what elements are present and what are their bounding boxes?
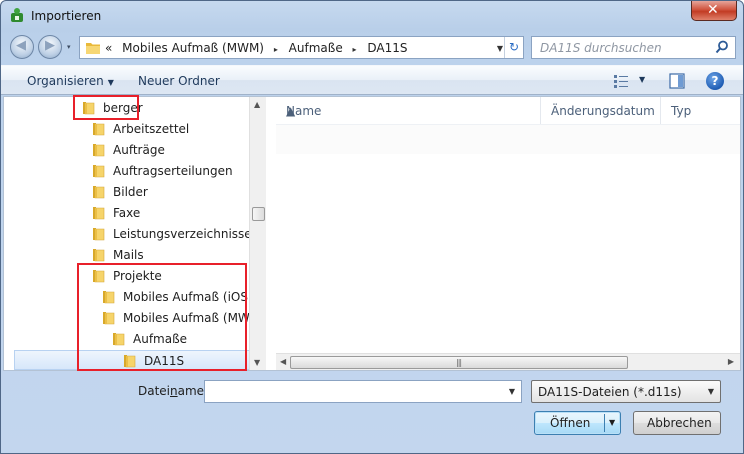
filetype-value: DA11S-Dateien (*.d11s) [538, 385, 682, 399]
tree-item-label: Aufträge [113, 143, 165, 157]
open-button[interactable]: Öffnen ▼ [534, 411, 621, 435]
tree-item-label: Auftragserteilungen [113, 164, 233, 178]
arrow-left-icon: ◀ [16, 38, 26, 53]
chevron-down-icon: ▼ [107, 78, 114, 87]
chevron-down-icon: ▼ [707, 387, 714, 396]
column-header-label: Änderungsdatum [551, 104, 655, 118]
file-list-scrollbar[interactable]: ◀ ||| ▶ [276, 353, 740, 370]
search-icon [715, 40, 728, 54]
scroll-left-icon[interactable]: ◀ [280, 357, 286, 366]
help-icon: ? [711, 74, 719, 88]
command-bar: Organisieren ▼ Neuer Ordner ▼ ? [1, 65, 743, 95]
column-header-name[interactable]: Name ▲ [276, 97, 541, 124]
tree-item-label: Faxe [113, 206, 141, 220]
tree-item[interactable]: Auftragserteilungen [91, 161, 244, 181]
filename-label-accelerator: n [170, 384, 178, 398]
folder-icon [91, 184, 107, 203]
highlight-box-berger [73, 95, 139, 120]
breadcrumb: « Mobiles Aufmaß (MWM) ▸ Aufmaße ▸ DA11S [105, 41, 414, 55]
chevron-down-icon: ▼ [639, 75, 646, 84]
navigation-pane-scrollbar[interactable]: ▲ ▼ [249, 97, 266, 370]
tree-item[interactable]: Leistungsverzeichnisse [91, 224, 252, 245]
organize-label: Organisieren [27, 74, 104, 88]
tree-item[interactable]: Faxe [91, 203, 244, 223]
cancel-label: Abbrechen [647, 416, 712, 430]
scrollbar-thumb[interactable] [252, 207, 265, 221]
breadcrumb-item-aufmasse[interactable]: Aufmaße [289, 41, 343, 55]
arrow-right-icon: ▶ [45, 38, 55, 53]
tree-item-label: Mails [113, 248, 144, 262]
folder-icon [86, 43, 100, 54]
scroll-down-icon[interactable]: ▼ [254, 358, 260, 367]
refresh-icon: ↻ [508, 40, 520, 54]
split-divider [604, 414, 605, 432]
chevron-down-icon[interactable]: ▼ [509, 387, 515, 396]
open-label: Öffnen [550, 416, 591, 430]
app-icon [11, 8, 23, 22]
new-folder-button[interactable]: Neuer Ordner [138, 74, 220, 88]
file-list[interactable]: Name ▲ Änderungsdatum Typ [276, 97, 740, 370]
filename-label-part: Datei [138, 384, 171, 398]
close-icon: ✕ [707, 2, 719, 18]
scroll-right-icon[interactable]: ▶ [728, 357, 734, 366]
tree-item[interactable]: Aufträge [91, 140, 244, 160]
column-header-label: Typ [671, 104, 692, 118]
tree-item-label: Leistungsverzeichnisse [113, 227, 252, 241]
close-button[interactable]: ✕ [691, 1, 737, 21]
folder-icon [91, 163, 107, 182]
cancel-button[interactable]: Abbrechen [633, 411, 721, 435]
tree-item-label: Bilder [113, 185, 148, 199]
window-title: Importieren [31, 9, 102, 23]
breadcrumb-item-da11s[interactable]: DA11S [367, 41, 407, 55]
refresh-button[interactable]: ↻ [504, 37, 523, 58]
empty-list-area [276, 124, 740, 154]
tree-item[interactable]: Arbeitszettel [91, 119, 244, 139]
column-header-modified[interactable]: Änderungsdatum [541, 97, 661, 124]
view-list-icon [614, 75, 628, 88]
import-dialog: Importieren ✕ ◀ ▶ ▾ « Mobiles Aufmaß (MW… [0, 0, 744, 454]
organize-menu-button[interactable]: Organisieren ▼ [27, 74, 114, 88]
breadcrumb-separator-icon[interactable]: ▸ [353, 45, 357, 54]
scrollbar-thumb[interactable]: ||| [290, 356, 628, 369]
breadcrumb-overflow[interactable]: « [105, 41, 112, 55]
tree-item-label: Arbeitszettel [113, 122, 190, 136]
scroll-up-icon[interactable]: ▲ [254, 100, 260, 109]
search-input[interactable]: DA11S durchsuchen [540, 41, 662, 55]
filename-label: Dateiname: [138, 384, 208, 398]
grip-icon: ||| [456, 358, 462, 367]
tree-item[interactable]: Mails [91, 245, 244, 265]
preview-pane-icon[interactable] [669, 73, 685, 89]
highlight-box-projekte-path [77, 263, 247, 371]
tree-item[interactable]: Bilder [91, 182, 244, 202]
recent-locations-dropdown[interactable]: ▾ [67, 43, 71, 51]
address-dropdown-icon[interactable]: ▼ [497, 44, 503, 53]
column-header-type[interactable]: Typ [661, 97, 740, 124]
folder-icon [91, 205, 107, 224]
filename-field[interactable]: ▼ [204, 380, 522, 403]
address-bar[interactable]: « Mobiles Aufmaß (MWM) ▸ Aufmaße ▸ DA11S… [79, 36, 524, 59]
breadcrumb-item-mwm[interactable]: Mobiles Aufmaß (MWM) [122, 41, 264, 55]
change-view-button[interactable]: ▼ [613, 73, 649, 89]
folder-icon [91, 142, 107, 161]
breadcrumb-separator-icon[interactable]: ▸ [274, 45, 278, 54]
filetype-select[interactable]: DA11S-Dateien (*.d11s) ▼ [531, 380, 721, 403]
title-bar: Importieren ✕ [1, 1, 743, 31]
new-folder-label: Neuer Ordner [138, 74, 220, 88]
back-button[interactable]: ◀ [10, 35, 34, 59]
sort-ascending-icon: ▲ [286, 104, 296, 118]
navigation-bar: ◀ ▶ ▾ « Mobiles Aufmaß (MWM) ▸ Aufmaße ▸… [1, 31, 743, 63]
chevron-down-icon[interactable]: ▼ [609, 418, 615, 427]
search-box[interactable]: DA11S durchsuchen [531, 36, 736, 59]
forward-button[interactable]: ▶ [38, 35, 62, 59]
help-button[interactable]: ? [706, 72, 724, 90]
folder-icon [91, 121, 107, 140]
folder-icon [91, 226, 107, 245]
